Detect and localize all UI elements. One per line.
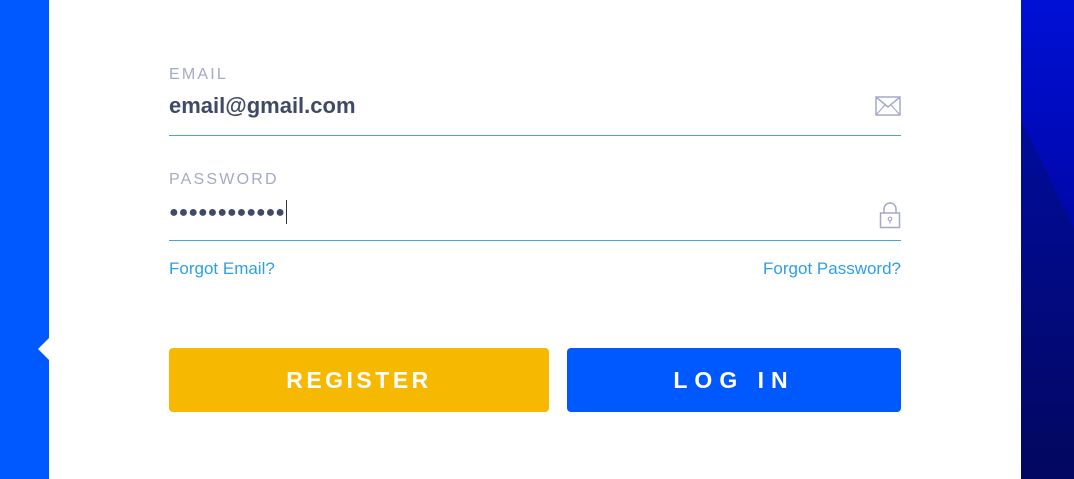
login-screen: EMAIL email@gmail.com PASSWORD ●●●●●●●●●… xyxy=(0,0,1074,479)
envelope-icon xyxy=(875,96,901,121)
password-underline xyxy=(169,240,901,241)
text-caret xyxy=(285,200,288,224)
lock-icon xyxy=(879,201,901,234)
right-background-panel xyxy=(1021,0,1074,479)
register-button[interactable]: REGISTER xyxy=(169,348,549,412)
password-input[interactable]: ●●●●●●●●●●●● xyxy=(169,200,288,225)
password-masked-value: ●●●●●●●●●●●● xyxy=(169,204,285,222)
email-input[interactable]: email@gmail.com xyxy=(169,93,356,119)
right-panel-shade xyxy=(1021,120,1074,479)
login-card: EMAIL email@gmail.com PASSWORD ●●●●●●●●●… xyxy=(49,0,1021,479)
recovery-links: Forgot Email? Forgot Password? xyxy=(169,259,901,281)
password-label: PASSWORD xyxy=(169,171,279,188)
forgot-password-link[interactable]: Forgot Password? xyxy=(763,259,901,279)
email-field-group: EMAIL email@gmail.com xyxy=(169,66,901,136)
login-button[interactable]: LOG IN xyxy=(567,348,901,412)
email-underline xyxy=(169,135,901,136)
email-label: EMAIL xyxy=(169,66,229,83)
password-field-group: PASSWORD ●●●●●●●●●●●● xyxy=(169,171,901,241)
forgot-email-link[interactable]: Forgot Email? xyxy=(169,259,275,279)
